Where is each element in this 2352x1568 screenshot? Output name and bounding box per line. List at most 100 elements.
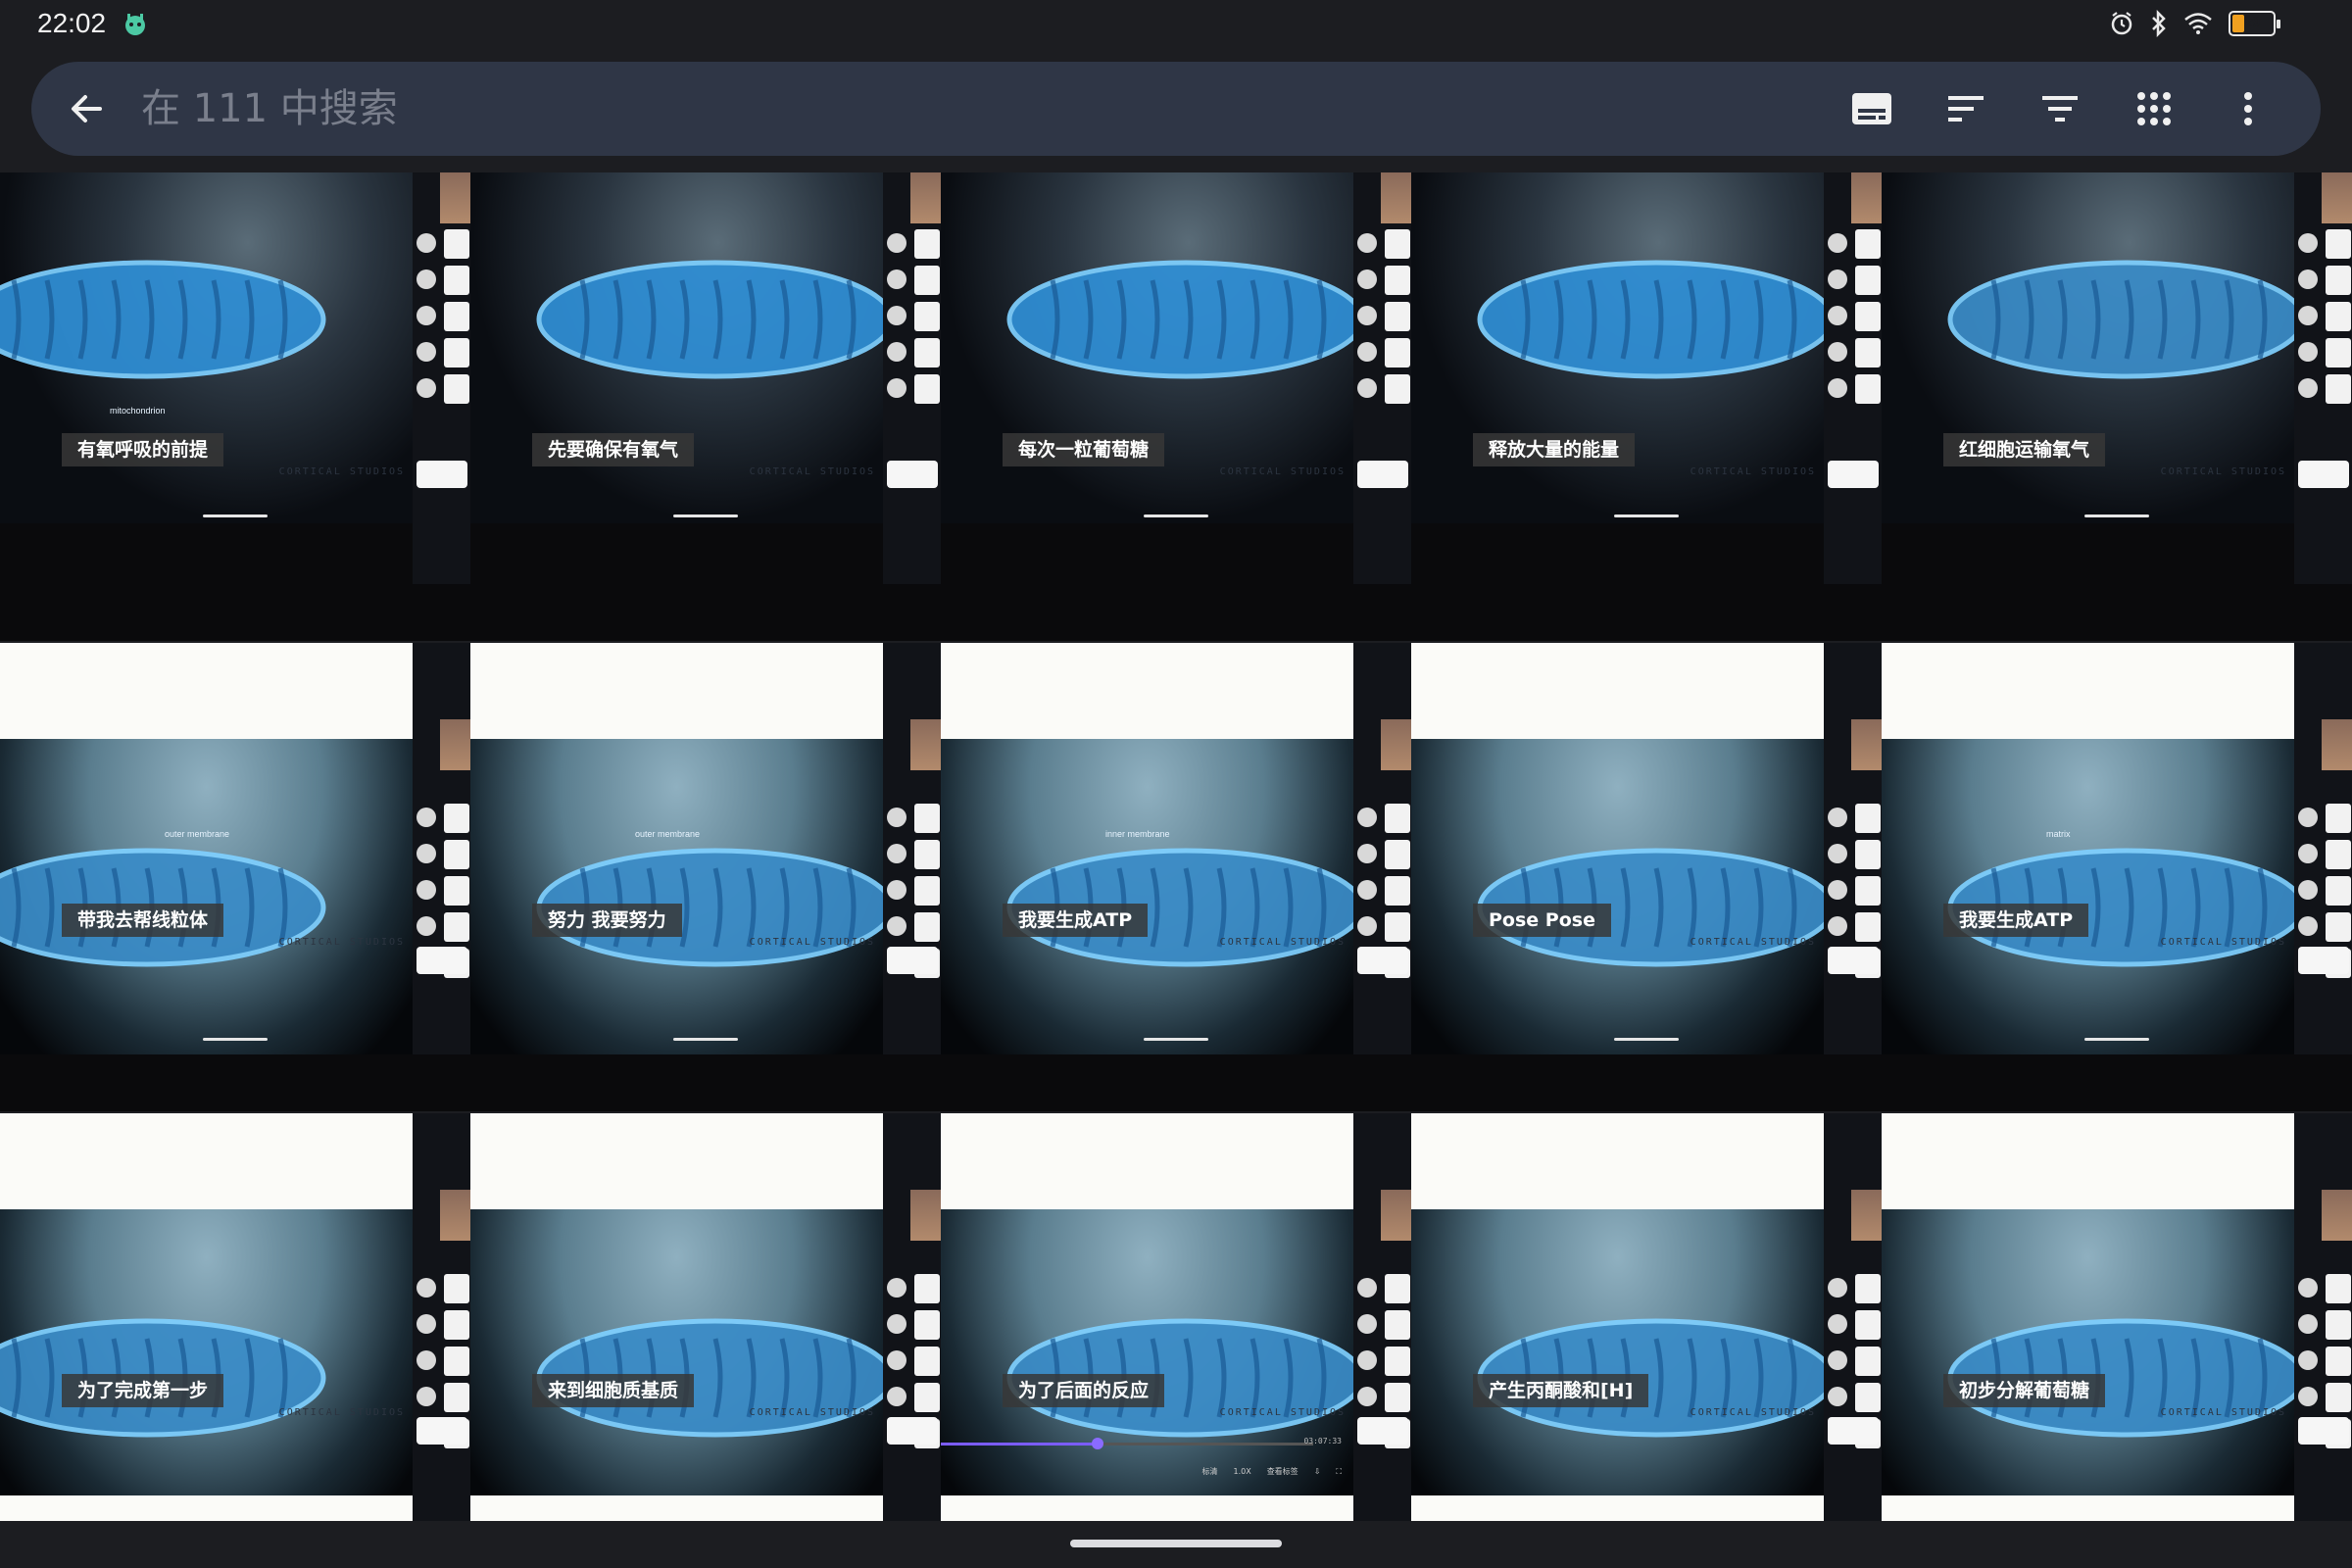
media-thumbnail-partial[interactable] [0, 1495, 413, 1521]
chat-message [885, 876, 940, 906]
media-thumbnail[interactable]: 产生丙酮酸和[H] CORTICAL STUDIOS [1411, 1113, 1882, 1521]
subtitle-caption: 释放大量的能量 [1473, 433, 1636, 466]
video-frame: outer membrane 带我去帮线粒体 CORTICAL STUDIOS [0, 643, 413, 1054]
subtitle-button[interactable]: 查看标签 [1267, 1466, 1298, 1477]
subtitles-icon [1852, 93, 1891, 124]
chat-message [1826, 338, 1881, 368]
sort-button[interactable] [1929, 79, 2003, 138]
chat-message [1355, 876, 1410, 906]
fullscreen-icon[interactable]: ⛶ [1336, 1467, 1342, 1477]
chat-message [415, 912, 469, 942]
structure-label: inner membrane [1105, 829, 1170, 839]
row-separator [0, 1111, 2352, 1113]
media-thumbnail[interactable]: outer membrane 努力 我要努力 CORTICAL STUDIOS [470, 643, 941, 1113]
media-thumbnail[interactable]: 初步分解葡萄糖 CORTICAL STUDIOS [1882, 1113, 2352, 1521]
media-thumbnail-partial[interactable] [1882, 1495, 2294, 1521]
frame-home-indicator [1144, 1038, 1208, 1041]
media-thumbnail[interactable]: 释放大量的能量 CORTICAL STUDIOS [1411, 172, 1882, 643]
media-thumbnail[interactable]: inner membrane 我要生成ATP CORTICAL STUDIOS [941, 643, 1411, 1113]
media-thumbnail[interactable]: 为了后面的反应 CORTICAL STUDIOS 03:07:33 标清 1.0X 查看标… [941, 1113, 1411, 1521]
media-thumbnail-partial[interactable] [1411, 1495, 1824, 1521]
video-frame: mitochondrion 有氧呼吸的前提 CORTICAL STUDIOS [0, 172, 413, 523]
video-frame: 初步分解葡萄糖 CORTICAL STUDIOS [1882, 1113, 2294, 1521]
mitochondrion-image [1477, 1318, 1824, 1438]
media-thumbnail[interactable]: 为了完成第一步 CORTICAL STUDIOS [0, 1113, 470, 1521]
subtitle-caption: 红细胞运输氧气 [1943, 433, 2106, 466]
chat-message [1355, 1383, 1410, 1412]
search-input[interactable] [141, 81, 1709, 136]
frame-home-indicator [1144, 514, 1208, 517]
subtitle-caption: 我要生成ATP [1003, 904, 1149, 937]
chat-message [2296, 876, 2351, 906]
watermark: CORTICAL STUDIOS [1690, 1407, 1816, 1418]
sidebar-thumbnail [2322, 172, 2352, 223]
sidebar-thumbnail [440, 719, 470, 770]
filter-icon [2042, 96, 2078, 122]
chat-message [2296, 804, 2351, 833]
mitochondrion-image [536, 1318, 883, 1438]
grid-view-button[interactable] [2117, 79, 2191, 138]
home-gesture-handle[interactable] [1070, 1540, 1282, 1547]
video-frame: 产生丙酮酸和[H] CORTICAL STUDIOS [1411, 1113, 1824, 1521]
search-bar [31, 62, 2321, 156]
watermark: CORTICAL STUDIOS [278, 466, 405, 477]
chat-message [415, 1274, 469, 1303]
chat-message [1826, 1274, 1881, 1303]
chat-message [2296, 1347, 2351, 1376]
media-thumbnail[interactable]: matrix 我要生成ATP CORTICAL STUDIOS [1882, 643, 2352, 1113]
mitochondrion-image [0, 1318, 326, 1438]
media-thumbnail[interactable]: outer membrane 带我去帮线粒体 CORTICAL STUDIOS [0, 643, 470, 1113]
chat-input-pill [1357, 1417, 1408, 1445]
chat-sidebar [2294, 172, 2352, 584]
media-thumbnail[interactable]: mitochondrion 有氧呼吸的前提 CORTICAL STUDIOS [0, 172, 470, 643]
watermark: CORTICAL STUDIOS [2160, 466, 2286, 477]
chat-message [1826, 1347, 1881, 1376]
chat-sidebar [2294, 643, 2352, 1054]
chat-message [2296, 1383, 2351, 1412]
media-thumbnail[interactable]: 每次一粒葡萄糖 CORTICAL STUDIOS [941, 172, 1411, 643]
frame-home-indicator [673, 514, 738, 517]
frame-home-indicator [203, 1038, 268, 1041]
progress-knob[interactable] [1091, 1438, 1103, 1449]
bluetooth-icon [2152, 10, 2166, 37]
battery-level: 29 [2243, 14, 2261, 30]
row-separator [0, 641, 2352, 643]
chat-message [1355, 1274, 1410, 1303]
sidebar-thumbnail [1851, 172, 1882, 223]
chat-input-pill [1828, 947, 1879, 974]
chat-message [415, 338, 469, 368]
download-icon[interactable]: ⇩ [1314, 1467, 1321, 1476]
subtitle-caption: 带我去帮线粒体 [62, 904, 224, 937]
chat-message [1826, 876, 1881, 906]
video-frame: 红细胞运输氧气 CORTICAL STUDIOS [1882, 172, 2294, 523]
subtitle-caption: Pose Pose [1473, 904, 1611, 937]
mitochondrion-image [1947, 848, 2294, 967]
frame-home-indicator [673, 1038, 738, 1041]
media-thumbnail[interactable]: 来到细胞质基质 CORTICAL STUDIOS [470, 1113, 941, 1521]
media-thumbnail-partial[interactable] [941, 1495, 1353, 1521]
filter-button[interactable] [2023, 79, 2097, 138]
sidebar-thumbnail [1381, 1190, 1411, 1241]
chat-sidebar [883, 172, 941, 584]
battery-icon: 29 [2229, 11, 2280, 36]
media-thumbnail[interactable]: Pose Pose CORTICAL STUDIOS [1411, 643, 1882, 1113]
back-button[interactable] [61, 83, 112, 134]
watermark: CORTICAL STUDIOS [1219, 1407, 1346, 1418]
chat-message [1355, 338, 1410, 368]
media-thumbnail[interactable]: 先要确保有氧气 CORTICAL STUDIOS [470, 172, 941, 643]
chat-message [1355, 1310, 1410, 1340]
chat-message [1826, 912, 1881, 942]
chat-sidebar [1824, 643, 1882, 1054]
player-buttons: 标清 1.0X 查看标签 ⇩ ⛶ [1201, 1466, 1342, 1477]
more-options-button[interactable] [2211, 79, 2285, 138]
quality-button[interactable]: 标清 [1201, 1466, 1217, 1477]
media-thumbnail[interactable]: 红细胞运输氧气 CORTICAL STUDIOS [1882, 172, 2352, 643]
chat-message [415, 374, 469, 404]
chat-message [1355, 840, 1410, 869]
speed-button[interactable]: 1.0X [1233, 1467, 1250, 1476]
subtitles-button[interactable] [1835, 79, 1909, 138]
watermark: CORTICAL STUDIOS [2160, 1407, 2286, 1418]
watermark: CORTICAL STUDIOS [749, 466, 875, 477]
chat-input-pill [1357, 947, 1408, 974]
media-thumbnail-partial[interactable] [470, 1495, 883, 1521]
